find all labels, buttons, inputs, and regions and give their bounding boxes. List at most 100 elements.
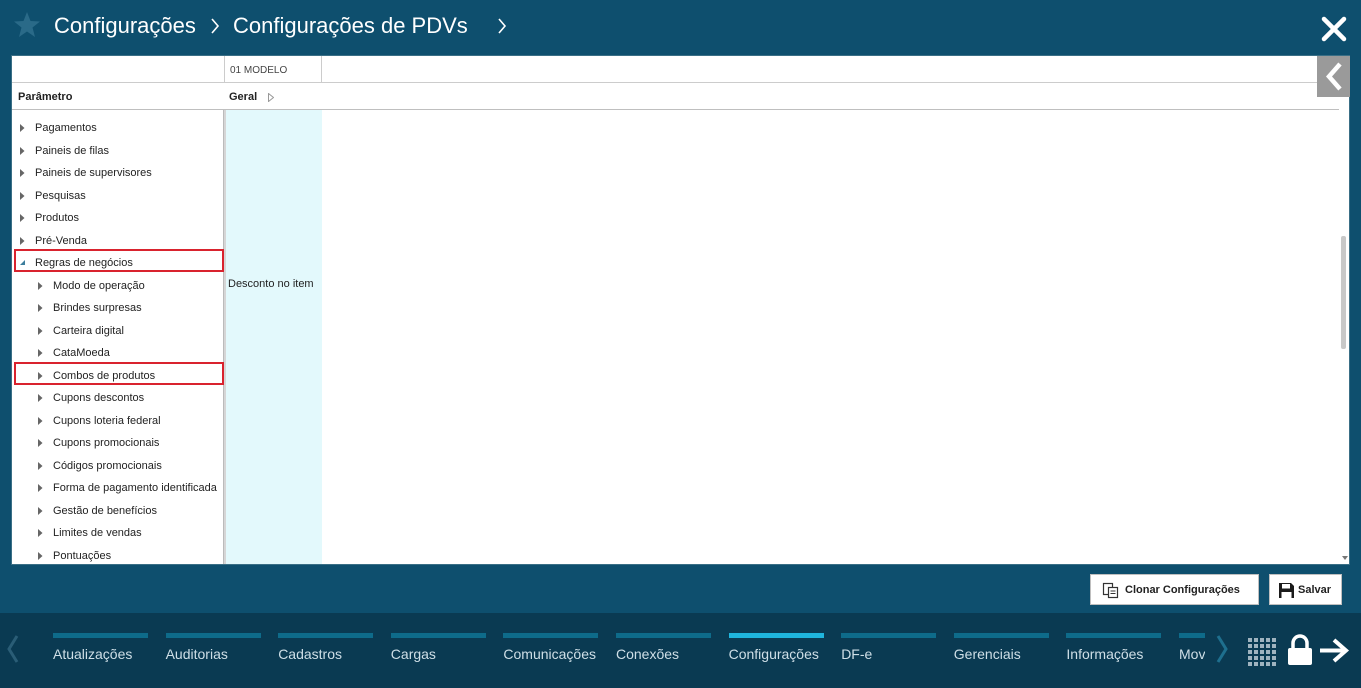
tree-item[interactable]: Gestão de benefícios xyxy=(12,503,224,521)
collapsed-arrow-icon[interactable] xyxy=(20,236,25,245)
header-filler xyxy=(322,56,1349,83)
nav-tab-indicator xyxy=(165,633,261,638)
tree-item-label: Códigos promocionais xyxy=(53,459,162,472)
tree-item[interactable]: Paineis de filas xyxy=(12,143,224,161)
collapsed-arrow-icon[interactable] xyxy=(38,461,43,470)
breadcrumb-item-configuracoes[interactable]: Configurações xyxy=(54,13,196,39)
collapsed-arrow-icon[interactable] xyxy=(38,439,43,447)
logout-arrow-icon[interactable] xyxy=(1318,638,1350,663)
clone-configurations-button[interactable]: Clonar Configurações xyxy=(1090,574,1259,605)
tree-item[interactable]: Cupons promocionais xyxy=(12,435,224,453)
nav-tab-indicator xyxy=(953,633,1049,638)
tree-item-label: Carteira digital xyxy=(53,324,124,337)
tree-item-label: Cupons promocionais xyxy=(53,437,160,449)
tree-item[interactable]: Produtos xyxy=(12,210,224,228)
apps-grid-icon[interactable] xyxy=(1247,637,1276,666)
collapsed-arrow-icon[interactable] xyxy=(38,304,43,312)
tree-item-label: Paineis de filas xyxy=(35,144,109,157)
nav-left-icon[interactable] xyxy=(6,633,20,665)
tree-item-label: CataMoeda xyxy=(53,347,110,359)
collapsed-arrow-icon[interactable] xyxy=(20,124,25,132)
tree-item-label: Forma de pagamento identificada xyxy=(53,482,217,494)
tree-item[interactable]: CataMoeda xyxy=(12,345,224,363)
tree-item[interactable]: Paineis de supervisores xyxy=(12,165,224,183)
breadcrumb-item-pdvs[interactable]: Configurações de PDVs xyxy=(233,13,468,39)
module-tabs: Atualizações Auditorias Cadastros Cargas Com… xyxy=(40,613,1205,688)
collapsed-arrow-icon[interactable] xyxy=(38,484,43,492)
tree-item[interactable]: Pontuações xyxy=(12,548,224,565)
chevron-right-icon[interactable] xyxy=(497,17,507,35)
nav-tab-indicator xyxy=(616,633,711,638)
nav-tab-indicator xyxy=(728,633,824,638)
floppy-disk-icon xyxy=(1279,583,1294,598)
nav-tab-label: Cargas xyxy=(390,646,436,662)
corner-header-cell xyxy=(12,56,224,83)
save-button[interactable]: Salvar xyxy=(1269,574,1342,605)
tree-item[interactable]: Pesquisas xyxy=(12,188,224,206)
parameters-grid: 01 MODELO Parâmetro Geral Desconto no it… xyxy=(11,55,1350,565)
bottom-navigation: Atualizações Auditorias Cadastros Cargas Com… xyxy=(0,613,1361,688)
tree-item[interactable]: Brindes surpresas xyxy=(12,300,224,318)
tree-item-label: Pré-Venda xyxy=(35,234,87,247)
chevron-left-icon xyxy=(1326,62,1342,91)
tree-item[interactable]: Cupons loteria federal xyxy=(12,413,224,431)
save-button-label: Salvar xyxy=(1298,584,1332,596)
nav-tab-label: Informações xyxy=(1066,646,1144,662)
tree-item-label: Pagamentos xyxy=(35,122,97,134)
collapsed-arrow-icon[interactable] xyxy=(20,191,25,200)
tree-item[interactable]: Pagamentos xyxy=(12,120,224,138)
lock-icon[interactable] xyxy=(1287,634,1313,666)
nav-tab-indicator xyxy=(390,633,486,638)
scroll-down-icon[interactable] xyxy=(1342,556,1348,560)
parameter-tree: Pagamentos Paineis de filas Paineis de sup… xyxy=(12,110,224,565)
tree-item-label: Gestão de benefícios xyxy=(53,504,157,517)
collapse-side-tab[interactable] xyxy=(1317,56,1350,97)
close-icon[interactable] xyxy=(1321,16,1347,42)
tree-item-label: Cupons loteria federal xyxy=(53,414,161,427)
nav-right-icon[interactable] xyxy=(1215,633,1229,665)
collapsed-arrow-icon[interactable] xyxy=(20,146,25,155)
nav-tab-label: Cadastros xyxy=(278,646,342,662)
collapsed-arrow-icon[interactable] xyxy=(38,551,43,560)
tree-item[interactable]: Carteira digital xyxy=(12,323,224,341)
star-icon[interactable] xyxy=(12,10,42,40)
tree-item-label: Produtos xyxy=(35,212,80,224)
collapsed-arrow-icon[interactable] xyxy=(38,281,43,290)
chevron-right-icon xyxy=(211,18,220,34)
nav-tab-indicator xyxy=(503,633,599,638)
cell-value[interactable]: Desconto no item xyxy=(228,278,314,290)
tree-item[interactable]: Limites de vendas xyxy=(12,525,224,543)
highlight-box-regras xyxy=(14,249,224,272)
title-bar: Configurações Configurações de PDVs xyxy=(0,0,1361,55)
collapsed-arrow-icon[interactable] xyxy=(38,326,43,335)
scrollbar-thumb[interactable] xyxy=(1341,236,1346,349)
clone-icon xyxy=(1102,582,1119,599)
tree-item-label: Modo de operação xyxy=(53,279,145,292)
tree-item-label: Cupons descontos xyxy=(53,392,145,404)
tree-item[interactable]: Pré-Venda xyxy=(12,233,224,251)
collapsed-arrow-icon[interactable] xyxy=(20,214,25,222)
model-value-column xyxy=(226,110,322,564)
nav-tab-label: DF-e xyxy=(841,646,873,662)
model-column-header[interactable]: 01 MODELO xyxy=(224,56,322,83)
collapsed-arrow-icon[interactable] xyxy=(20,169,25,177)
nav-tab-label: Gerenciais xyxy=(953,646,1021,662)
collapsed-arrow-icon[interactable] xyxy=(38,506,43,515)
collapsed-arrow-icon[interactable] xyxy=(38,349,43,357)
nav-tab-label: Configurações xyxy=(728,646,819,662)
collapsed-arrow-icon[interactable] xyxy=(38,416,43,425)
tree-item[interactable]: Cupons descontos xyxy=(12,390,224,408)
expand-group-icon[interactable] xyxy=(268,93,274,102)
tree-item-label: Limites de vendas xyxy=(53,527,142,539)
nav-tab-label: Atualizações xyxy=(53,646,133,662)
tree-item[interactable]: Códigos promocionais xyxy=(12,458,224,476)
tree-item[interactable]: Modo de operação xyxy=(12,278,224,296)
column-splitter[interactable] xyxy=(223,110,226,564)
nav-tab-indicator xyxy=(1066,633,1162,638)
collapsed-arrow-icon[interactable] xyxy=(38,529,43,537)
nav-tab-label: Mov xyxy=(1179,646,1205,662)
tree-item-label: Paineis de supervisores xyxy=(35,167,152,179)
group-header-geral[interactable]: Geral xyxy=(229,91,257,103)
collapsed-arrow-icon[interactable] xyxy=(38,394,43,402)
tree-item[interactable]: Forma de pagamento identificada xyxy=(12,480,224,498)
